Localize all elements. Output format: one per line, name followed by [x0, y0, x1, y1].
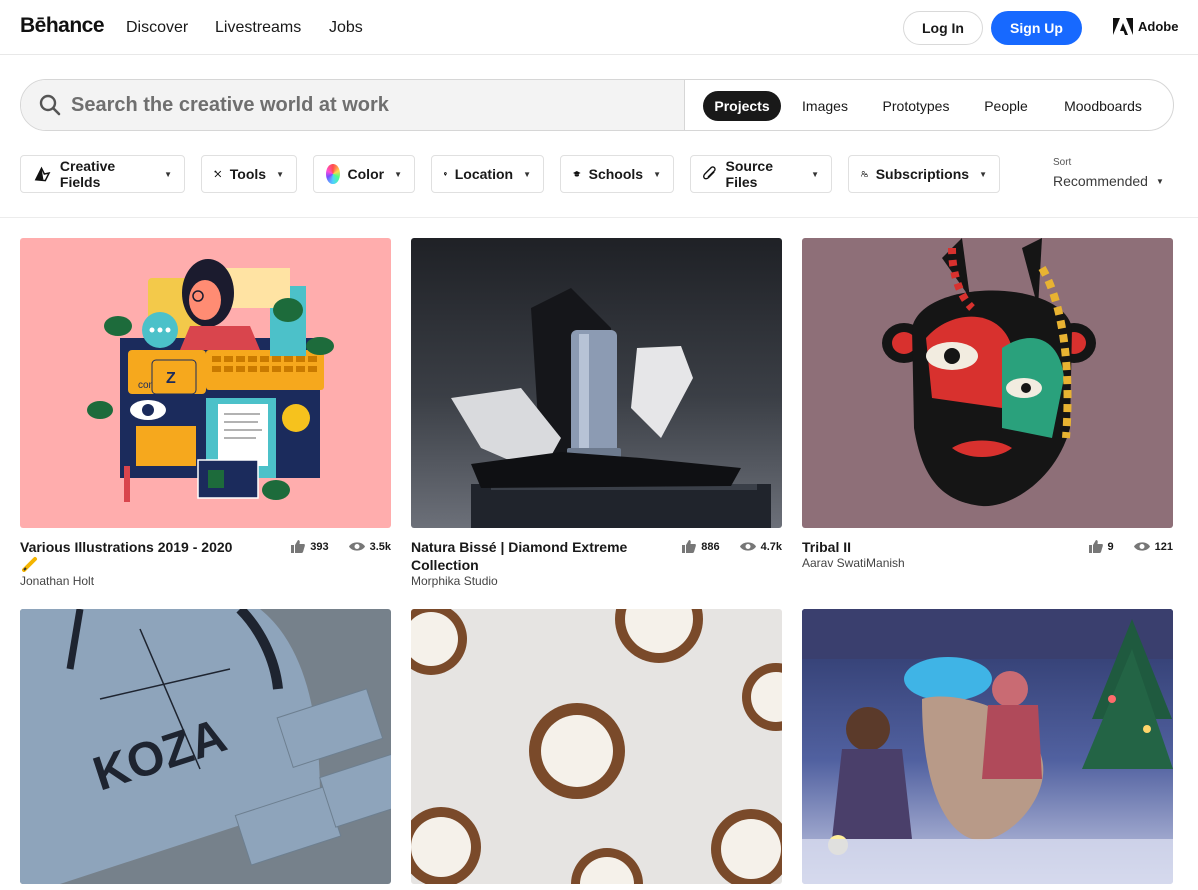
likes-count: 886 [701, 540, 720, 553]
creative-fields-filter[interactable]: Creative Fields ▼ [20, 155, 185, 193]
chevron-down-icon: ▼ [653, 169, 661, 179]
project-owner[interactable]: Aarav SwatiManish [802, 556, 905, 570]
color-wheel-icon [326, 164, 340, 184]
tab-images[interactable]: Images [793, 91, 857, 121]
search-icon [39, 94, 61, 116]
likes-count: 9 [1107, 540, 1114, 553]
chevron-down-icon: ▼ [811, 169, 819, 179]
tools-icon [214, 170, 222, 178]
project-owner[interactable]: Jonathan Holt [20, 574, 94, 588]
adobe-label: Adobe [1138, 19, 1179, 34]
adobe-logo-icon [1113, 18, 1133, 35]
koza-branding-artwork: KOZA [20, 609, 391, 884]
creative-fields-label: Creative Fields [59, 158, 116, 190]
illustration-artwork: command Z [87, 259, 334, 502]
schools-label: Schools [588, 166, 644, 182]
eye-icon [348, 542, 365, 551]
nav-jobs[interactable]: Jobs [329, 19, 363, 37]
sort-dropdown[interactable]: Recommended ▼ [1053, 173, 1164, 189]
tab-people[interactable]: People [977, 91, 1035, 121]
eye-icon [1133, 542, 1150, 551]
project-stats: 886 4.7k [682, 540, 782, 553]
project-stats: 9 121 [1088, 540, 1173, 553]
product-photo-artwork [451, 288, 771, 528]
tribal-mask-artwork [882, 238, 1096, 507]
subscriptions-label: Subscriptions [875, 166, 970, 182]
likes-count: 393 [310, 540, 329, 553]
color-filter[interactable]: Color ▼ [313, 155, 415, 193]
sort-label: Sort [1053, 157, 1072, 168]
pencil-emoji-icon [22, 557, 37, 572]
thumbs-up-icon [291, 540, 306, 553]
top-navigation: Bēhance Discover Livestreams Jobs Log In… [0, 0, 1198, 55]
project-card[interactable] [802, 609, 1173, 884]
coconut-photo-artwork [411, 609, 782, 884]
chevron-down-icon: ▼ [276, 169, 284, 179]
location-filter[interactable]: Location ▼ [431, 155, 544, 193]
tools-label: Tools [229, 166, 267, 182]
project-card[interactable]: command Z [20, 238, 391, 588]
tab-moodboards[interactable]: Moodboards [1053, 91, 1153, 121]
source-files-label: Source Files [725, 158, 773, 190]
user-lock-icon [861, 171, 868, 178]
project-thumbnail[interactable] [802, 238, 1173, 528]
winter-illustration-artwork [802, 609, 1173, 884]
nav-discover[interactable]: Discover [126, 19, 188, 37]
views-count: 121 [1154, 540, 1173, 553]
source-files-filter[interactable]: Source Files ▼ [690, 155, 832, 193]
color-label: Color [347, 166, 385, 182]
thumbs-up-icon [1088, 540, 1103, 553]
tools-filter[interactable]: Tools ▼ [201, 155, 297, 193]
chevron-down-icon: ▼ [979, 169, 987, 179]
paperclip-icon [703, 166, 716, 180]
project-stats: 393 3.5k [291, 540, 391, 553]
project-card[interactable]: KOZA [20, 609, 391, 884]
eye-icon [739, 542, 756, 551]
divider [0, 217, 1198, 218]
project-thumbnail[interactable] [802, 609, 1173, 884]
location-label: Location [454, 166, 514, 182]
chevron-down-icon: ▼ [1155, 176, 1164, 186]
z-key-text: Z [166, 370, 176, 387]
views-count: 3.5k [369, 540, 391, 553]
thumbs-up-icon [682, 540, 697, 553]
project-card[interactable] [411, 609, 782, 884]
search-field-wrap [21, 80, 685, 130]
project-title[interactable]: Tribal II [802, 538, 1052, 556]
subscriptions-filter[interactable]: Subscriptions ▼ [848, 155, 1000, 193]
project-thumbnail[interactable] [411, 238, 782, 528]
adobe-link[interactable]: Adobe [1113, 18, 1178, 35]
project-card[interactable]: Tribal II Aarav SwatiManish 9 121 [802, 238, 1173, 570]
search-bar: Projects Images Prototypes People Moodbo… [20, 79, 1174, 131]
project-thumbnail[interactable] [411, 609, 782, 884]
project-card[interactable]: Natura Bissé | Diamond Extreme Collectio… [411, 238, 782, 588]
nav-livestreams[interactable]: Livestreams [215, 19, 301, 37]
sort-value: Recommended [1053, 173, 1148, 189]
project-title[interactable]: Natura Bissé | Diamond Extreme Collectio… [411, 538, 661, 574]
login-button[interactable]: Log In [903, 11, 983, 45]
search-input[interactable] [71, 92, 671, 118]
graduation-cap-icon [573, 171, 581, 177]
chevron-down-icon: ▼ [164, 169, 172, 179]
schools-filter[interactable]: Schools ▼ [560, 155, 674, 193]
chevron-down-icon: ▼ [394, 169, 402, 179]
project-title[interactable]: Various Illustrations 2019 - 2020 [20, 538, 270, 556]
chevron-down-icon: ▼ [523, 169, 531, 179]
creative-fields-icon [34, 166, 51, 182]
project-thumbnail[interactable]: KOZA [20, 609, 391, 884]
views-count: 4.7k [760, 540, 782, 553]
project-owner[interactable]: Morphika Studio [411, 574, 498, 588]
behance-logo[interactable]: Bēhance [20, 14, 105, 38]
signup-button[interactable]: Sign Up [991, 11, 1082, 45]
tab-projects[interactable]: Projects [703, 91, 781, 121]
location-pin-icon [444, 172, 447, 176]
project-thumbnail[interactable]: command Z [20, 238, 391, 528]
tab-prototypes[interactable]: Prototypes [873, 91, 959, 121]
